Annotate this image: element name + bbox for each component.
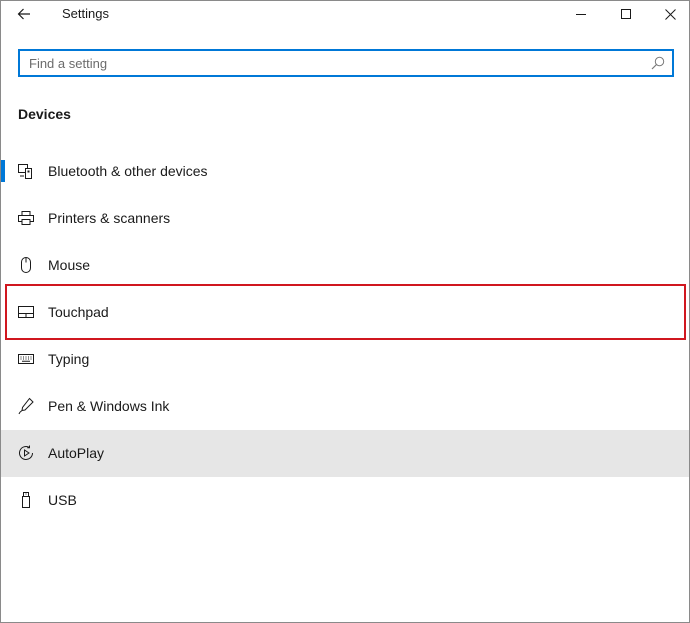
printer-icon xyxy=(17,209,35,227)
bluetooth-devices-icon xyxy=(17,162,35,180)
selection-indicator xyxy=(1,160,5,182)
nav-item-label: Typing xyxy=(48,351,90,367)
nav-item-label: Mouse xyxy=(48,257,91,273)
maximize-button[interactable] xyxy=(606,1,646,27)
minimize-icon xyxy=(576,14,586,15)
search-box[interactable] xyxy=(18,49,674,77)
nav-item-label: AutoPlay xyxy=(48,445,105,461)
nav-item-label: USB xyxy=(48,492,77,508)
nav-item-pen[interactable]: Pen & Windows Ink xyxy=(1,383,689,430)
autoplay-icon xyxy=(17,444,35,462)
devices-nav: Bluetooth & other devices Printers & sca… xyxy=(1,148,689,524)
pen-icon xyxy=(17,397,35,415)
settings-window: Settings Devices xyxy=(0,0,690,623)
nav-item-touchpad[interactable]: Touchpad xyxy=(1,289,689,336)
nav-item-autoplay[interactable]: AutoPlay xyxy=(1,430,689,477)
nav-item-mouse[interactable]: Mouse xyxy=(1,242,689,289)
minimize-button[interactable] xyxy=(561,1,601,27)
nav-item-label: Pen & Windows Ink xyxy=(48,398,170,414)
nav-item-bluetooth[interactable]: Bluetooth & other devices xyxy=(1,148,689,195)
title-bar: Settings xyxy=(1,1,689,27)
back-button[interactable] xyxy=(12,3,36,25)
search-input[interactable] xyxy=(29,54,629,72)
nav-item-typing[interactable]: Typing xyxy=(1,336,689,383)
nav-item-label: Printers & scanners xyxy=(48,210,171,226)
close-icon xyxy=(664,8,676,20)
keyboard-icon xyxy=(17,350,35,368)
section-title: Devices xyxy=(18,106,71,122)
touchpad-icon xyxy=(17,303,35,321)
usb-icon xyxy=(17,491,35,509)
back-arrow-icon xyxy=(17,8,30,20)
window-title: Settings xyxy=(62,6,109,21)
nav-item-label: Bluetooth & other devices xyxy=(48,163,208,179)
search-icon[interactable] xyxy=(651,56,665,70)
nav-item-label: Touchpad xyxy=(48,304,109,320)
mouse-icon xyxy=(17,256,35,274)
close-button[interactable] xyxy=(650,1,689,27)
maximize-icon xyxy=(621,9,631,19)
nav-item-printers[interactable]: Printers & scanners xyxy=(1,195,689,242)
nav-item-usb[interactable]: USB xyxy=(1,477,689,524)
